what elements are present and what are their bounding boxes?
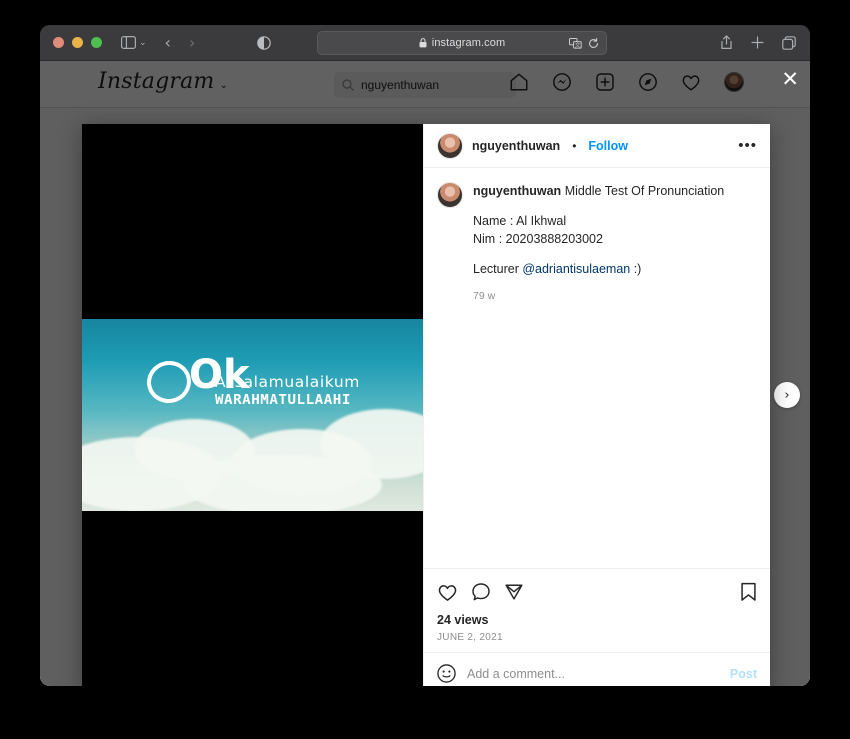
video-caption-line2: WARAHMATULLAAHI xyxy=(215,392,367,408)
post-header: nguyenthuwan • Follow ••• xyxy=(424,124,770,168)
post-caption-area: nguyenthuwan Middle Test Of Pronunciatio… xyxy=(424,168,770,568)
show-tabs-icon[interactable] xyxy=(782,36,796,50)
post-author-username[interactable]: nguyenthuwan xyxy=(472,139,560,153)
plus-icon[interactable] xyxy=(751,36,764,49)
caption-title: Middle Test Of Pronunciation xyxy=(565,184,725,198)
heart-icon[interactable] xyxy=(437,583,458,602)
post-date: JUNE 2, 2021 xyxy=(437,632,757,652)
chevron-down-icon: ⌄ xyxy=(139,38,147,47)
close-window-button[interactable] xyxy=(53,37,64,48)
comment-input[interactable] xyxy=(467,667,719,681)
reader-mode-icon[interactable] xyxy=(257,36,271,50)
avatar[interactable] xyxy=(437,133,463,159)
browser-toolbar: ⌄ ‹ › instagram.com 文 xyxy=(40,25,810,61)
navigation-buttons[interactable]: ‹ › xyxy=(165,35,196,51)
comment-icon[interactable] xyxy=(471,582,491,602)
sidebar-toggle-button[interactable]: ⌄ xyxy=(121,36,147,49)
post-actions: 24 views JUNE 2, 2021 xyxy=(424,568,770,652)
ok-logo-text: Ok xyxy=(189,355,250,395)
address-bar[interactable]: instagram.com 文 xyxy=(317,31,607,55)
toolbar-right-actions[interactable] xyxy=(720,35,796,50)
comment-bar: Post xyxy=(424,652,770,686)
follow-button[interactable]: Follow xyxy=(588,139,628,153)
svg-text:文: 文 xyxy=(575,40,581,48)
ok-logo-icon: Ok xyxy=(145,357,213,409)
translate-icon[interactable]: 文 xyxy=(569,38,582,49)
more-options-icon[interactable]: ••• xyxy=(738,138,757,153)
caption-row: nguyenthuwan Middle Test Of Pronunciatio… xyxy=(437,182,757,304)
reload-icon[interactable] xyxy=(588,38,599,49)
share-paper-plane-icon[interactable] xyxy=(504,582,524,602)
lock-icon xyxy=(419,38,427,48)
window-traffic-lights[interactable] xyxy=(53,37,102,48)
caption-username[interactable]: nguyenthuwan xyxy=(473,184,561,198)
post-media[interactable]: Ok Assalamualaikum WARAHMATULLAAHI xyxy=(82,124,423,686)
caption-details: Name : Al Ikhwal Nim : 20203888203002 xyxy=(473,212,724,248)
share-icon[interactable] xyxy=(720,35,733,50)
next-post-button[interactable]: › xyxy=(774,382,800,408)
post-timestamp: 79 w xyxy=(473,289,724,304)
action-icon-row xyxy=(437,577,757,607)
screenshot-root: ⌄ ‹ › instagram.com 文 xyxy=(0,0,850,739)
lecturer-suffix: :) xyxy=(630,262,641,276)
avatar[interactable] xyxy=(437,182,463,208)
forward-button[interactable]: › xyxy=(189,35,195,51)
back-button[interactable]: ‹ xyxy=(165,35,171,51)
caption-first-line: nguyenthuwan Middle Test Of Pronunciatio… xyxy=(473,182,724,200)
maximize-window-button[interactable] xyxy=(91,37,102,48)
video-caption: Ok Assalamualaikum WARAHMATULLAAHI xyxy=(82,357,423,409)
separator-dot: • xyxy=(572,139,576,153)
video-frame: Ok Assalamualaikum WARAHMATULLAAHI xyxy=(82,319,423,511)
cloud-shape xyxy=(182,455,382,511)
browser-window: ⌄ ‹ › instagram.com 文 xyxy=(40,25,810,686)
url-text: instagram.com xyxy=(432,37,505,49)
address-bar-actions[interactable]: 文 xyxy=(569,38,599,49)
post-modal: Ok Assalamualaikum WARAHMATULLAAHI xyxy=(82,124,770,686)
close-icon[interactable]: ✕ xyxy=(781,69,799,90)
caption-lecturer: Lecturer @adriantisulaeman :) xyxy=(473,260,724,278)
caption-body: nguyenthuwan Middle Test Of Pronunciatio… xyxy=(473,182,724,304)
lecturer-mention-link[interactable]: @adriantisulaeman xyxy=(522,262,630,276)
sidebar-icon xyxy=(121,36,136,49)
bookmark-icon[interactable] xyxy=(740,582,757,602)
lecturer-label: Lecturer xyxy=(473,262,522,276)
modal-overlay[interactable]: ✕ › xyxy=(40,61,810,686)
post-comment-button[interactable]: Post xyxy=(730,667,757,681)
minimize-window-button[interactable] xyxy=(72,37,83,48)
emoji-smiley-icon[interactable] xyxy=(437,664,456,683)
post-info-panel: nguyenthuwan • Follow ••• nguyenthuwan xyxy=(423,124,770,686)
instagram-page: Instagram⌄ nguyenthuwan xyxy=(40,61,810,686)
view-count: 24 views xyxy=(437,613,757,627)
